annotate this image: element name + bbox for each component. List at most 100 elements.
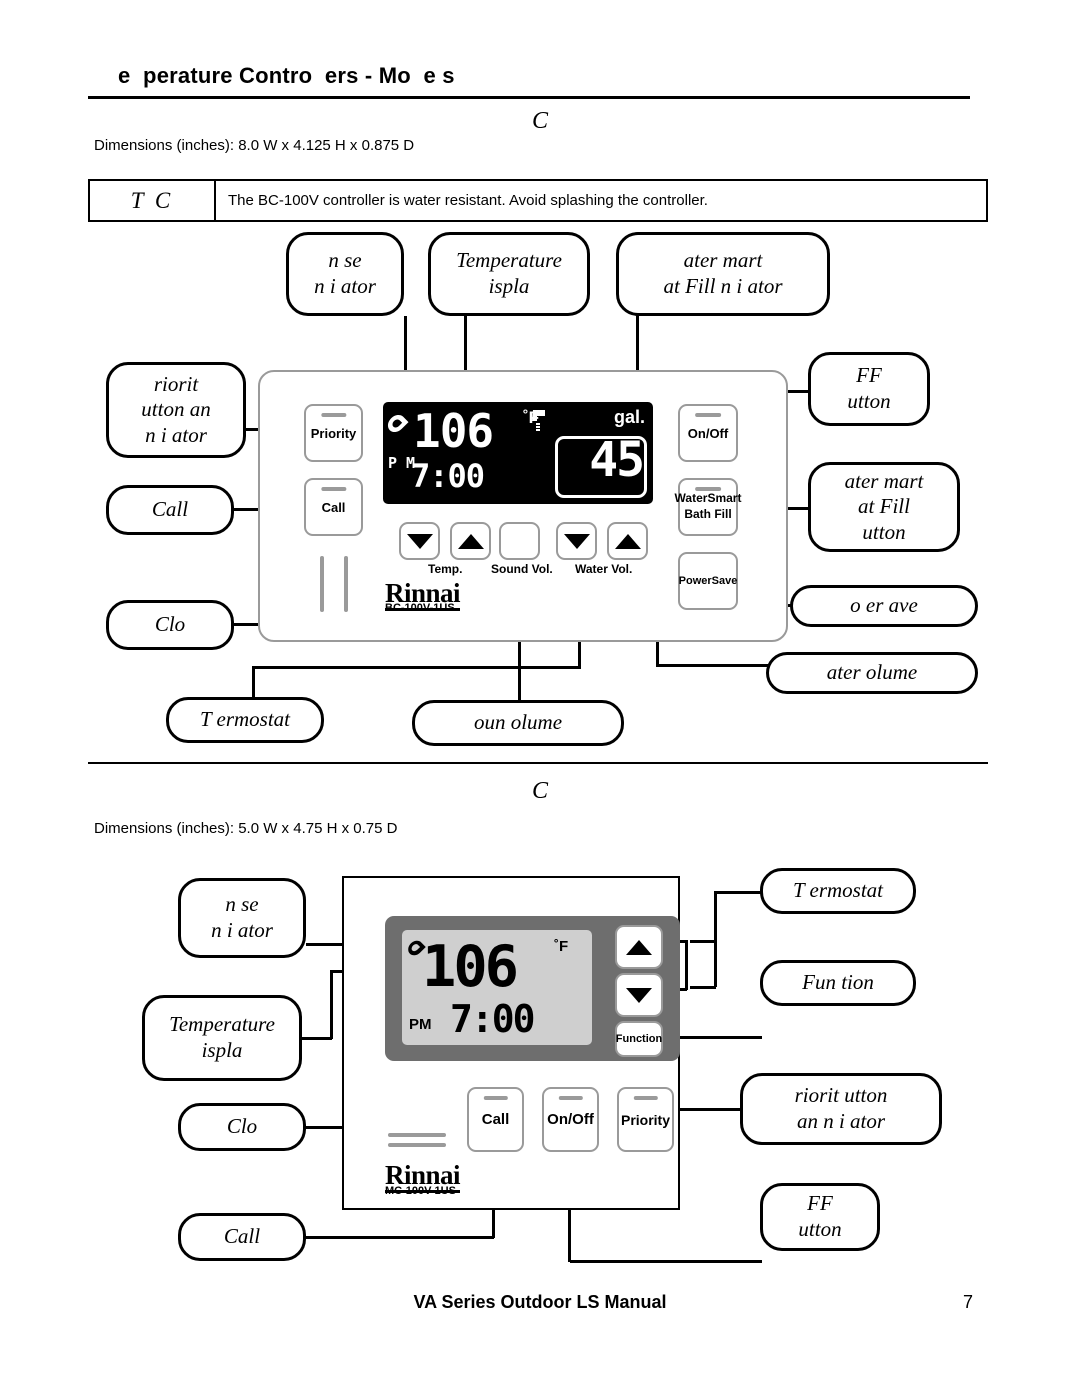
bc-onoff-button[interactable]: On/Off xyxy=(678,404,738,462)
bc-water-vol-down-button[interactable] xyxy=(556,522,597,560)
callout-call-2: Call xyxy=(178,1213,306,1261)
callout-priority-button-1: riorit utton an n i ator xyxy=(106,362,246,458)
bc-water-vol-up-button[interactable] xyxy=(607,522,648,560)
mc-model-number: MC-100V-1US xyxy=(385,1185,456,1197)
bc-watersmart-label: WaterSmart Bath Fill xyxy=(674,491,742,521)
mc-onoff-button[interactable]: On/Off xyxy=(542,1087,599,1152)
mc-lcd-clock: 7:00 xyxy=(450,997,536,1041)
chevron-up-icon xyxy=(457,533,484,549)
bc-lcd-volume-value: 45 xyxy=(589,432,645,488)
mc-priority-button[interactable]: Priority xyxy=(617,1087,674,1152)
flame-in-use-icon xyxy=(384,411,409,436)
onoff-indicator-bar xyxy=(695,413,721,417)
bc-temp-up-button[interactable] xyxy=(450,522,491,560)
leader-therm-2a xyxy=(690,940,716,943)
bc-speaker-slots xyxy=(320,556,350,612)
leader-therm-1b xyxy=(252,666,581,669)
callout-sound-volume-1: oun olume xyxy=(412,700,624,746)
mc-up-button[interactable] xyxy=(615,925,663,969)
leader-temp-2a xyxy=(302,1037,332,1040)
chevron-down-icon xyxy=(406,533,433,549)
notice-tag: T C xyxy=(90,181,216,220)
section1-model-heading: C xyxy=(531,108,548,134)
mc100v-lcd-display: 106 ˚F PM 7:00 xyxy=(402,930,592,1045)
mc-function-button[interactable]: Function xyxy=(615,1021,663,1057)
bc-model-number: BC-100V-1US xyxy=(385,602,455,614)
section1-dimensions: Dimensions (inches): 8.0 W x 4.125 H x 0… xyxy=(94,137,415,154)
bc-sound-vol-label: Sound Vol. xyxy=(491,562,553,576)
watersmart-indicator-bar xyxy=(695,487,721,491)
leader-watervol-1b xyxy=(656,664,768,667)
callout-onoff-button-2: FF utton xyxy=(760,1183,880,1251)
bc-call-button[interactable]: Call xyxy=(304,478,363,536)
bc-watersmart-button[interactable]: WaterSmart Bath Fill xyxy=(675,478,741,536)
chevron-down-icon xyxy=(626,987,652,1003)
bc-temp-label: Temp. xyxy=(428,562,463,576)
faucet-icon xyxy=(532,410,545,431)
title-divider xyxy=(88,96,970,99)
bc-temp-down-button[interactable] xyxy=(399,522,440,560)
notice-text: The BC-100V controller is water resistan… xyxy=(228,192,708,209)
callout-onoff-button-1: FF utton xyxy=(808,352,930,426)
manual-page: e perature Contro ers - Mo e s C Dimensi… xyxy=(0,0,1080,1399)
callout-call-1: Call xyxy=(106,485,234,535)
chevron-up-icon xyxy=(626,939,652,955)
bc-priority-label: Priority xyxy=(310,425,357,441)
leader-onoff-2a xyxy=(570,1260,762,1263)
callout-thermostat-2: T ermostat xyxy=(760,868,916,914)
callout-watersmart-button-1: ater mart at Fill utton xyxy=(808,462,960,552)
bc-call-label: Call xyxy=(321,499,346,515)
leader-temp-2b xyxy=(330,970,333,1039)
bc-sound-vol-button[interactable] xyxy=(499,522,540,560)
priority-indicator-bar xyxy=(633,1096,658,1100)
footer-page-number: 7 xyxy=(963,1292,974,1312)
leader-therm-1c xyxy=(252,666,255,699)
onoff-indicator-bar xyxy=(558,1096,583,1100)
section2-model-heading: C xyxy=(531,778,548,804)
mc-function-label: Function xyxy=(615,1033,663,1045)
callout-thermostat-1: T ermostat xyxy=(166,697,324,743)
bc-powersave-label: PowerSave xyxy=(678,575,738,587)
callout-in-use-indicator-2: n se n i ator xyxy=(178,878,306,958)
section-divider xyxy=(88,762,988,764)
callout-in-use-indicator-1: n se n i ator xyxy=(286,232,404,316)
mc-lcd-temp-unit: ˚F xyxy=(554,938,569,955)
leader-therm-2d xyxy=(690,986,716,989)
chevron-up-icon xyxy=(614,533,641,549)
chevron-down-icon xyxy=(563,533,590,549)
bc-powersave-button[interactable]: PowerSave xyxy=(678,552,738,610)
callout-temperature-display-1: Temperature ispla xyxy=(428,232,590,316)
leader-call-2a xyxy=(306,1236,494,1239)
bc-water-vol-label: Water Vol. xyxy=(575,562,633,576)
mc-lcd-ampm: PM xyxy=(409,1016,432,1033)
mc-down-button[interactable] xyxy=(615,973,663,1017)
bc-onoff-label: On/Off xyxy=(687,425,729,441)
callout-clock-1: Clo xyxy=(106,600,234,650)
page-title: e perature Contro ers - Mo e s xyxy=(118,63,455,88)
bc-priority-button[interactable]: Priority xyxy=(304,404,363,462)
mc-call-button[interactable]: Call xyxy=(467,1087,524,1152)
leader-priority-2 xyxy=(678,1108,742,1111)
callout-powersave-1: o er ave xyxy=(790,585,978,627)
callout-watersmart-indicator-1: ater mart at Fill n i ator xyxy=(616,232,830,316)
mc-call-label: Call xyxy=(481,1111,510,1128)
callout-water-volume-1: ater olume xyxy=(766,652,978,694)
bc-lcd-gallon-unit: gal. xyxy=(613,407,645,427)
mc-lcd-temperature: 106 xyxy=(422,934,519,1000)
bc100v-lcd-display: 106 ˚F P M 7:00 gal. 45 xyxy=(383,402,653,504)
callout-temperature-display-2: Temperature ispla xyxy=(142,995,302,1081)
callout-function-2: Fun tion xyxy=(760,960,916,1006)
bc-lcd-temperature: 106 xyxy=(413,404,494,458)
section2-dimensions: Dimensions (inches): 5.0 W x 4.75 H x 0.… xyxy=(94,820,398,837)
footer-manual-name: VA Series Outdoor LS Manual xyxy=(413,1292,667,1312)
notice-box: T C The BC-100V controller is water resi… xyxy=(88,179,988,222)
mc-priority-label: Priority xyxy=(620,1111,670,1128)
leader-therm-2c xyxy=(714,891,762,894)
callout-clock-2: Clo xyxy=(178,1103,306,1151)
call-indicator-bar xyxy=(320,487,347,491)
priority-indicator-bar xyxy=(320,413,347,417)
bracket-mc-arrows xyxy=(685,940,688,990)
bc-lcd-clock: 7:00 xyxy=(411,457,485,495)
callout-priority-indicator-2: riorit utton an n i ator xyxy=(740,1073,942,1145)
call-indicator-bar xyxy=(483,1096,508,1100)
